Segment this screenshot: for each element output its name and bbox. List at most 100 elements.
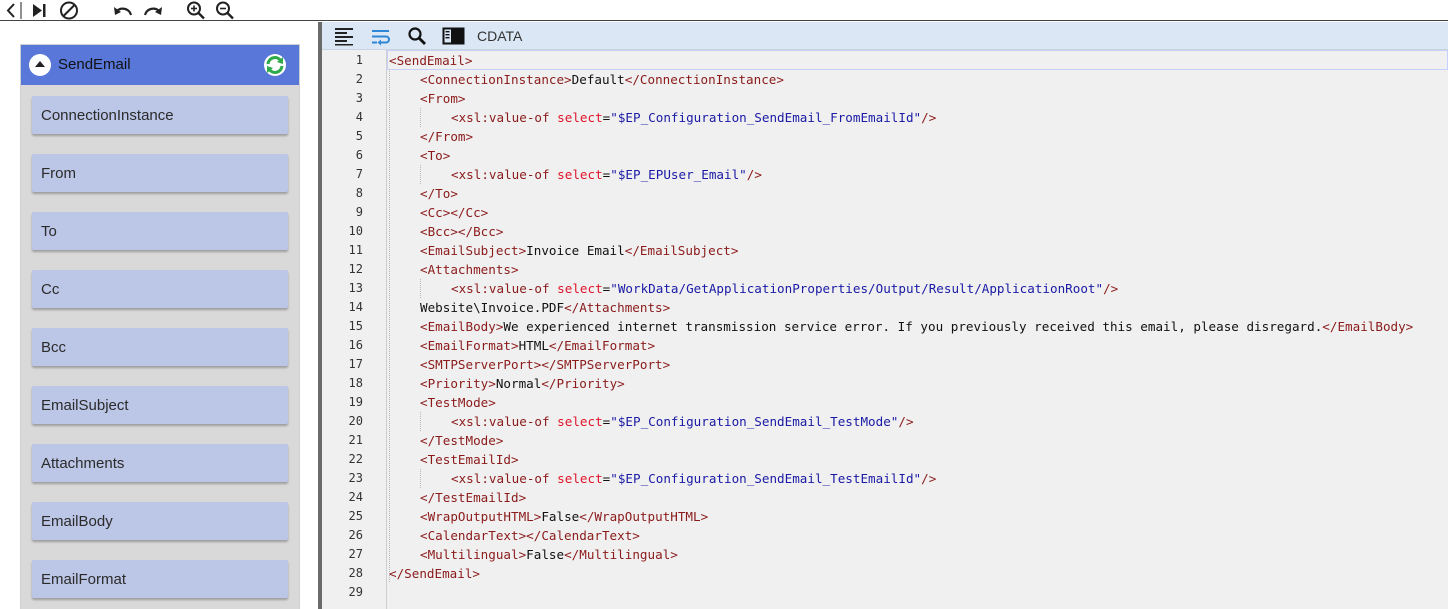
toggle-panel-icon[interactable] xyxy=(442,26,465,46)
tree-root-node[interactable]: SendEmail xyxy=(21,45,299,85)
code-token: Invoice Email xyxy=(526,243,625,258)
tree-item[interactable]: From xyxy=(32,154,288,192)
code-line: <Bcc></Bcc> xyxy=(420,222,503,241)
back-icon[interactable] xyxy=(0,0,22,21)
tree-item[interactable]: EmailFormat xyxy=(32,560,288,598)
tree-item[interactable]: EmailBody xyxy=(32,502,288,540)
line-number: 16 xyxy=(348,338,363,352)
code-token: select xyxy=(557,471,603,486)
indent-guide xyxy=(420,165,421,184)
undo-icon[interactable] xyxy=(111,0,133,21)
code-line: <SendEmail> xyxy=(389,51,472,70)
line-number: 18 xyxy=(348,376,363,390)
code-line: </TestMode> xyxy=(420,431,503,450)
tree-item[interactable]: EmailSubject xyxy=(32,386,288,424)
code-line: <EmailSubject>Invoice Email</EmailSubjec… xyxy=(420,241,738,260)
line-number: 7 xyxy=(355,167,363,181)
main-toolbar xyxy=(0,0,1448,21)
line-number: 25 xyxy=(348,509,363,523)
code-token: False xyxy=(526,547,565,562)
code-token: "$EP_Configuration_SendEmail_FromEmailId… xyxy=(610,110,922,125)
code-line: <xsl:value-of select="$EP_Configuration_… xyxy=(451,412,914,431)
code-token: </From> xyxy=(420,129,474,144)
tree-item[interactable]: To xyxy=(32,212,288,250)
code-token: <EmailSubject> xyxy=(420,243,527,258)
refresh-icon[interactable] xyxy=(263,53,287,77)
collapse-icon[interactable] xyxy=(29,54,51,76)
indent-guide xyxy=(420,108,421,127)
code-line: <xsl:value-of select="$EP_EPUser_Email"/… xyxy=(451,165,762,184)
zoom-in-icon[interactable] xyxy=(185,0,207,21)
code-token: "$EP_Configuration_SendEmail_TestEmailId… xyxy=(610,471,922,486)
tree-item-label: Attachments xyxy=(41,455,125,472)
code-token: <TestEmailId> xyxy=(420,452,519,467)
line-number: 11 xyxy=(348,243,363,257)
zoom-out-icon[interactable] xyxy=(214,0,236,21)
code-line: Website\Invoice.PDF</Attachments> xyxy=(420,298,670,317)
tree-item[interactable]: ConnectionInstance xyxy=(32,96,288,134)
code-line: <WrapOutputHTML>False</WrapOutputHTML> xyxy=(420,507,708,526)
code-token: Normal xyxy=(495,376,542,391)
line-number: 28 xyxy=(348,566,363,580)
cdata-button[interactable]: CDATA xyxy=(477,28,522,44)
active-line-highlight xyxy=(387,50,1448,70)
code-token: </To> xyxy=(420,186,458,201)
tree-item[interactable]: Cc xyxy=(32,270,288,308)
code-token: /> xyxy=(1103,281,1119,296)
code-area[interactable]: <SendEmail> <ConnectionInstance>Default</… xyxy=(387,50,1448,609)
code-token: </SendEmail> xyxy=(389,566,480,581)
redo-icon[interactable] xyxy=(141,0,163,21)
code-token: HTML xyxy=(518,338,549,353)
indent-guide xyxy=(420,412,421,431)
tree-item[interactable]: Bcc xyxy=(32,328,288,366)
line-number: 22 xyxy=(348,452,363,466)
code-token: </TestMode> xyxy=(420,433,504,448)
stop-icon[interactable] xyxy=(58,0,80,21)
indent-guide xyxy=(420,469,421,488)
step-forward-icon[interactable] xyxy=(29,0,51,21)
code-token: <WrapOutputHTML> xyxy=(420,509,542,524)
code-token: select xyxy=(557,167,603,182)
code-token: /> xyxy=(921,110,937,125)
line-number: 6 xyxy=(355,148,363,162)
code-line: <TestEmailId> xyxy=(420,450,519,469)
code-token: </EmailFormat> xyxy=(548,338,656,353)
line-number: 29 xyxy=(348,585,363,599)
word-wrap-icon[interactable] xyxy=(371,26,391,46)
code-line: <To> xyxy=(420,146,450,165)
tree-root-label: SendEmail xyxy=(58,56,131,73)
code-token: <SendEmail> xyxy=(389,53,473,68)
code-token: <EmailBody> xyxy=(420,319,504,334)
code-line: <From> xyxy=(420,89,466,108)
code-token: <xsl:value-of xyxy=(451,110,558,125)
code-token: <EmailFormat> xyxy=(420,338,519,353)
code-line: <EmailFormat>HTML</EmailFormat> xyxy=(420,336,655,355)
code-token: <SMTPServerPort></SMTPServerPort> xyxy=(420,357,671,372)
line-number: 26 xyxy=(348,528,363,542)
tree-item-label: Cc xyxy=(41,281,60,298)
code-token: select xyxy=(557,281,603,296)
tree-panel: SendEmail ConnectionInstance From To Cc Bcc E… xyxy=(0,22,318,609)
code-token: </Priority> xyxy=(541,376,625,391)
line-number: 21 xyxy=(348,433,363,447)
indent-guide xyxy=(420,279,421,298)
tree-item-label: EmailBody xyxy=(41,513,113,530)
code-line: <ConnectionInstance>Default</ConnectionI… xyxy=(420,70,784,89)
code-token: <xsl:value-of xyxy=(451,167,558,182)
code-token: "$EP_EPUser_Email" xyxy=(610,167,747,182)
line-number: 20 xyxy=(348,414,363,428)
line-number: 10 xyxy=(348,224,363,238)
line-number: 1 xyxy=(355,53,363,67)
code-token: False xyxy=(541,509,580,524)
search-icon[interactable] xyxy=(407,26,427,46)
code-line: <CalendarText></CalendarText> xyxy=(420,526,640,545)
tree-item-label: EmailSubject xyxy=(41,397,129,414)
code-line: <Cc></Cc> xyxy=(420,203,488,222)
code-token: <TestMode> xyxy=(420,395,496,410)
code-token: </EmailBody> xyxy=(1322,319,1414,334)
tree-item[interactable]: Attachments xyxy=(32,444,288,482)
line-number: 2 xyxy=(355,72,363,86)
code-token: select xyxy=(557,110,603,125)
line-number: 13 xyxy=(348,281,363,295)
align-left-icon[interactable] xyxy=(334,26,354,46)
